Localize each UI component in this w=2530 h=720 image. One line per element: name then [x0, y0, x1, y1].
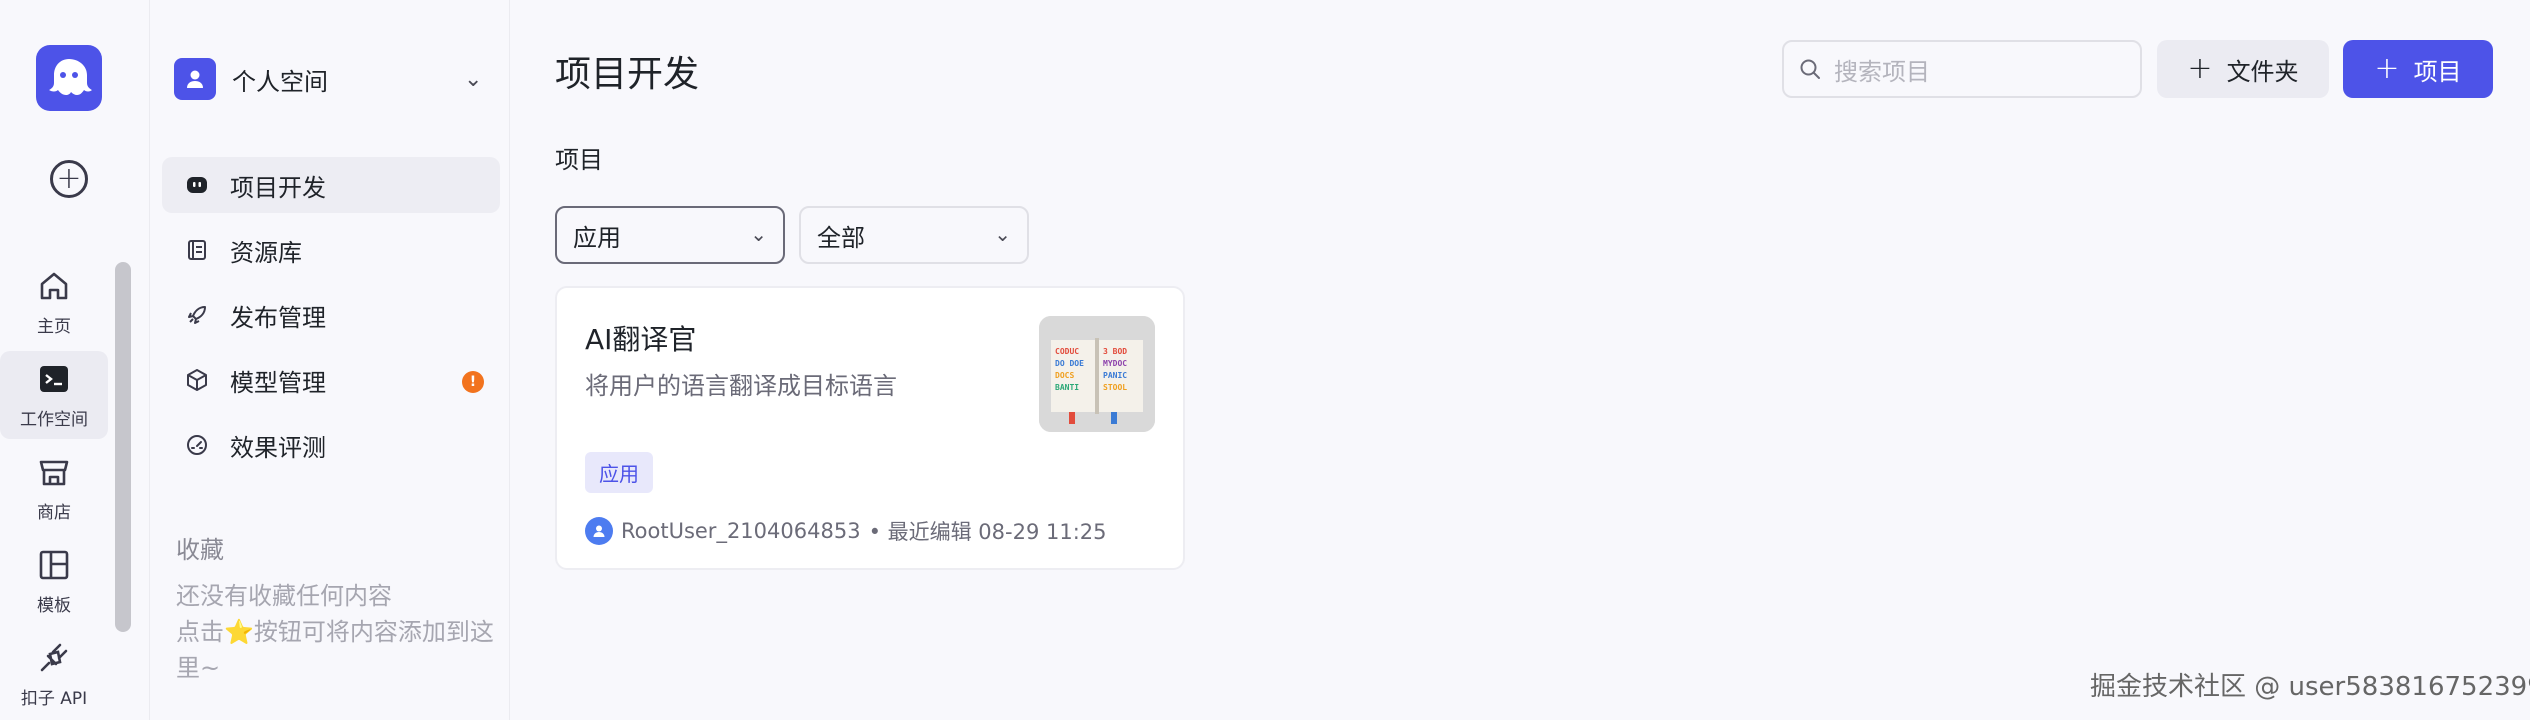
page-title: 项目开发 [555, 54, 700, 95]
svg-text:PANIC: PANIC [1103, 371, 1127, 380]
store-icon [39, 460, 69, 485]
favorites-empty-text: 还没有收藏任何内容 点击⭐按钮可将内容添加到这里~ [176, 578, 496, 686]
rail-item-store[interactable]: 商店 [0, 444, 108, 532]
plus-icon: + [2374, 51, 2400, 86]
svg-text:DO DOE: DO DOE [1055, 359, 1084, 368]
sidebar-item-label: 发布管理 [230, 303, 326, 332]
main-content: 项目开发 搜索项目 + 文件夹 + 项目 项目 应用 ⌄ 全部 ⌄ AI翻译官 … [510, 0, 2530, 720]
project-owner: RootUser_2104064853 [621, 519, 861, 543]
svg-text:BANTI: BANTI [1055, 383, 1079, 392]
section-title: 项目 [555, 146, 603, 174]
chevron-down-icon: ⌄ [464, 67, 483, 92]
template-icon [39, 550, 69, 579]
project-thumbnail: CODUC DO DOE DOCS BANTI 3 BOD MYDOC PANI… [1039, 316, 1155, 432]
favorites-empty-line2a: 点击 [176, 618, 224, 646]
create-button[interactable]: + [50, 160, 88, 198]
space-name: 个人空间 [232, 67, 328, 96]
left-rail: + 主页 工作空间 商店 模板 扣子 API [0, 0, 150, 720]
new-project-button[interactable]: + 项目 [2343, 40, 2493, 98]
sidebar-item-project-dev[interactable]: 项目开发 [162, 157, 500, 213]
svg-text:3 BOD: 3 BOD [1103, 347, 1127, 356]
sidebar-item-models[interactable]: 模型管理 ! [162, 352, 500, 408]
scope-filter-select[interactable]: 全部 ⌄ [799, 206, 1029, 264]
owner-avatar [585, 517, 613, 545]
watermark: 掘金技术社区 @ user5838167523996 [2090, 672, 2530, 702]
svg-text:MYDOC: MYDOC [1103, 359, 1127, 368]
svg-text:STOOL: STOOL [1103, 383, 1127, 392]
new-folder-button[interactable]: + 文件夹 [2157, 40, 2329, 98]
rail-scrollbar[interactable] [115, 262, 131, 632]
cube-icon [184, 367, 210, 393]
sidebar-item-label: 资源库 [230, 238, 302, 267]
sidebar: 个人空间 ⌄ 项目开发 资源库 发布管理 模型管理 ! 效果评测 收藏 还没有收… [150, 0, 510, 720]
rail-nav: 主页 工作空间 商店 模板 扣子 API [0, 258, 108, 720]
sidebar-item-publish[interactable]: 发布管理 [162, 287, 500, 343]
space-avatar [174, 58, 216, 100]
sidebar-item-label: 项目开发 [230, 173, 326, 202]
project-title: AI翻译官 [585, 323, 697, 356]
sidebar-item-library[interactable]: 资源库 [162, 222, 500, 278]
rail-item-workspace[interactable]: 工作空间 [0, 351, 108, 439]
type-filter-select[interactable]: 应用 ⌄ [555, 206, 785, 264]
favorites-empty-line1: 还没有收藏任何内容 [176, 582, 392, 610]
home-icon [40, 272, 68, 299]
rail-item-home[interactable]: 主页 [0, 258, 108, 346]
app-logo[interactable] [36, 45, 102, 111]
rail-item-label: 模板 [37, 595, 71, 616]
rail-item-label: 扣子 API [20, 688, 88, 709]
rocket-icon [184, 302, 210, 328]
library-icon [184, 237, 210, 263]
search-icon [1800, 59, 1820, 79]
project-description: 将用户的语言翻译成目标语言 [585, 372, 897, 400]
sidebar-item-label: 模型管理 [230, 368, 326, 397]
project-meta: RootUser_2104064853 • 最近编辑 08-29 11:25 [585, 516, 1107, 546]
chevron-down-icon: ⌄ [750, 222, 767, 246]
user-icon [187, 70, 203, 88]
ghost-logo-icon [49, 59, 92, 95]
search-placeholder: 搜索项目 [1834, 57, 1930, 86]
sidebar-nav: 项目开发 资源库 发布管理 模型管理 ! 效果评测 [162, 157, 500, 482]
plug-icon [40, 643, 68, 671]
project-type-tag: 应用 [585, 452, 653, 493]
alert-badge: ! [462, 371, 484, 393]
new-project-label: 项目 [2413, 57, 2462, 86]
new-folder-label: 文件夹 [2226, 57, 2299, 86]
plus-icon: + [2187, 51, 2213, 86]
search-input[interactable]: 搜索项目 [1782, 40, 2142, 98]
sidebar-item-evaluation[interactable]: 效果评测 [162, 417, 500, 473]
star-icon: ⭐ [224, 618, 254, 646]
terminal-icon [40, 365, 68, 392]
rail-item-label: 主页 [37, 316, 71, 337]
rail-item-templates[interactable]: 模板 [0, 537, 108, 625]
project-edited: • 最近编辑 08-29 11:25 [868, 520, 1107, 544]
type-filter-value: 应用 [573, 223, 621, 252]
svg-text:DOCS: DOCS [1055, 371, 1074, 380]
rail-item-label: 工作空间 [20, 409, 88, 430]
rail-item-api[interactable]: 扣子 API [0, 630, 108, 718]
rail-item-label: 商店 [37, 502, 71, 523]
user-icon [593, 525, 605, 537]
chevron-down-icon: ⌄ [994, 222, 1011, 246]
book-illustration-icon: CODUC DO DOE DOCS BANTI 3 BOD MYDOC PANI… [1039, 316, 1155, 432]
project-card[interactable]: AI翻译官 将用户的语言翻译成目标语言 CODUC DO DOE DOCS BA… [555, 286, 1185, 570]
bot-icon [184, 172, 210, 198]
favorites-title: 收藏 [176, 536, 224, 564]
scope-filter-value: 全部 [817, 223, 865, 252]
favorites-empty-line2: 点击⭐按钮可将内容添加到这里~ [176, 614, 496, 686]
sidebar-item-label: 效果评测 [230, 433, 326, 462]
gauge-icon [184, 432, 210, 458]
svg-text:CODUC: CODUC [1055, 347, 1079, 356]
